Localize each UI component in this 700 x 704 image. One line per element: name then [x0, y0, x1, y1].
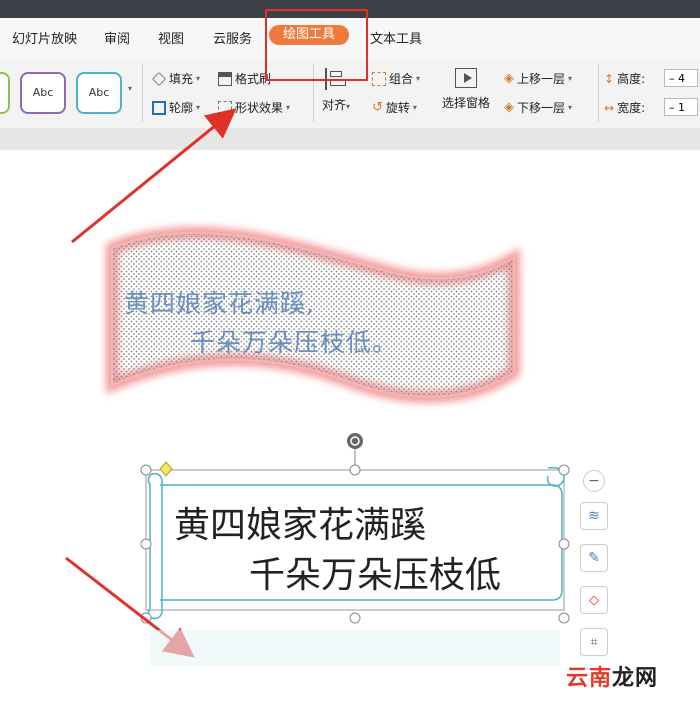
crop-icon: ⌗: [590, 634, 598, 650]
minus-icon: −: [588, 473, 600, 489]
watermark-part1: 云南: [566, 666, 613, 691]
scroll-text-line1: 黄四娘家花满蹊: [174, 505, 427, 546]
reflection-effect: [150, 630, 560, 666]
fill-color-icon: ◇: [589, 592, 599, 608]
layers-button[interactable]: ≋: [580, 502, 608, 530]
layers-icon: ≋: [588, 508, 600, 524]
banner-text-line2: 千朵万朵压枝低。: [190, 328, 399, 357]
collapse-toolbar-button[interactable]: −: [583, 470, 605, 492]
watermark: 云南龙网: [566, 660, 658, 692]
watermark-part2: 龙网: [612, 666, 659, 691]
red-arrow-upper: [71, 108, 237, 244]
banner-text-line1: 黄四娘家花满蹊,: [124, 289, 315, 318]
brush-icon: ✎: [588, 550, 600, 566]
brush-button[interactable]: ✎: [580, 544, 608, 572]
crop-button[interactable]: ⌗: [580, 628, 608, 656]
rotate-handle-icon[interactable]: [347, 433, 363, 449]
fill-color-button[interactable]: ◇: [580, 586, 608, 614]
scroll-text-line2: 千朵万朵压枝低: [249, 555, 502, 596]
